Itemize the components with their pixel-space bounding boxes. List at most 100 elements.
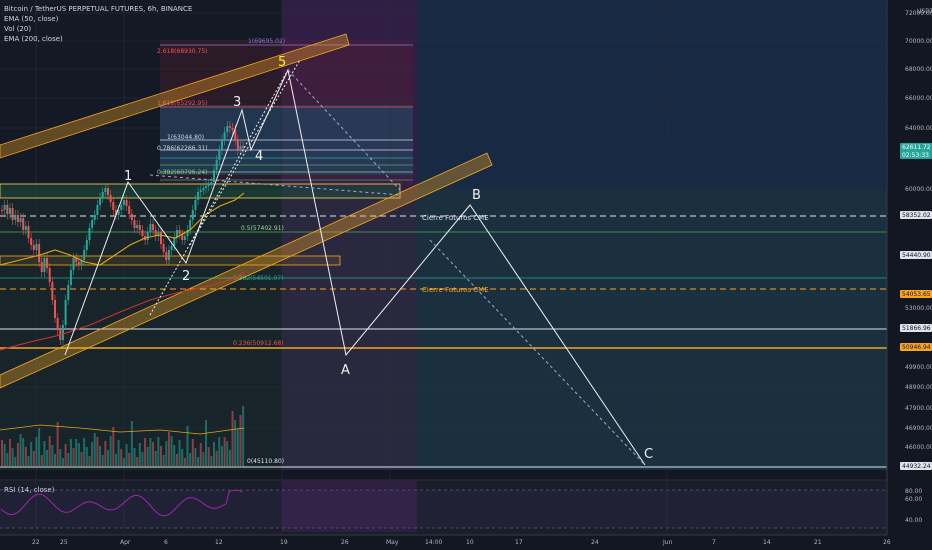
volume-bar — [40, 455, 43, 466]
candle-body — [146, 232, 149, 240]
candle-body — [54, 300, 56, 318]
candle-body — [128, 206, 131, 214]
candle-body — [107, 188, 109, 195]
candle-body — [183, 236, 186, 240]
candle-body — [239, 146, 242, 150]
volume-bar — [30, 442, 33, 466]
candle-body — [109, 195, 112, 202]
wave-1-label: 1 — [124, 169, 132, 184]
volume-bar — [43, 441, 46, 466]
volume-bar — [80, 452, 83, 466]
candle-body — [236, 140, 239, 150]
countdown-tag: 02:53:33 — [902, 152, 929, 159]
volume-bar — [22, 438, 25, 466]
candle-body — [16, 215, 19, 222]
candle-body — [48, 268, 51, 282]
ema200-legend[interactable]: EMA (200, close) — [4, 34, 192, 44]
candle-body — [43, 258, 46, 272]
volume-bar — [183, 458, 186, 466]
candle-body — [122, 200, 125, 205]
volume-bar — [77, 443, 80, 466]
candle-body — [27, 226, 30, 238]
wave-a-label: A — [341, 363, 350, 378]
candle-body — [197, 192, 200, 200]
candle-body — [207, 184, 210, 186]
volume-bar — [64, 444, 67, 466]
volume-bar — [207, 447, 210, 466]
price-tick: 70000.00 — [905, 38, 932, 45]
price-tick: 68000.00 — [905, 66, 932, 73]
volume-bar — [14, 457, 17, 466]
candle-body — [112, 202, 115, 210]
candle-body — [154, 230, 157, 236]
volume-bar — [144, 438, 147, 466]
ema50-legend[interactable]: EMA (50, close) — [4, 14, 192, 24]
volume-bar — [51, 445, 54, 466]
volume-bar — [149, 438, 152, 466]
candle-body — [178, 230, 181, 234]
time-axis: 22 25 Apr 6 12 19 26 May 14:00 10 17 24 Jun 7 14 21 26 — [0, 534, 932, 550]
volume-bar — [120, 449, 123, 466]
volume-bar — [6, 453, 9, 466]
rsi-legend[interactable]: RSI (14, close) — [4, 486, 54, 494]
volume-bar — [61, 458, 64, 466]
wave-b-label: B — [472, 188, 481, 203]
candle-body — [231, 128, 234, 130]
volume-legend[interactable]: Vol (20) — [4, 24, 192, 34]
fib-label: 0.382(60796.24) — [157, 169, 208, 176]
price-tick: 47900.00 — [905, 405, 932, 412]
volume-bar — [160, 446, 162, 466]
time-tick: 6 — [164, 539, 168, 546]
candle-body — [69, 270, 72, 285]
volume-bar — [117, 440, 120, 466]
candle-body — [138, 225, 141, 230]
wave-5-label: 5 — [278, 55, 286, 70]
candle-body — [133, 220, 136, 228]
candle-body — [226, 126, 229, 132]
volume-bar — [170, 436, 173, 466]
volume-bar — [24, 447, 27, 466]
symbol-title[interactable]: Bitcoin / TetherUS PERPETUAL FUTURES, 6h… — [4, 4, 192, 14]
candle-body — [130, 214, 133, 220]
price-tag: 54440.90 — [902, 252, 931, 259]
price-chart[interactable]: 1(69695.02) 2.618(68930.75) 1.618(65292.… — [0, 0, 932, 550]
candle-body — [30, 238, 33, 245]
volume-bar — [59, 449, 62, 466]
volume-bar — [223, 437, 226, 466]
price-tick: 49900.00 — [905, 364, 932, 371]
volume-bar — [186, 426, 189, 466]
candle-body — [83, 250, 86, 260]
candle-body — [152, 224, 155, 230]
candle-body — [93, 215, 96, 220]
time-tick: 21 — [814, 539, 822, 546]
candle-body — [199, 190, 202, 192]
fib-label: 0(45110.80) — [247, 458, 284, 465]
candle-body — [56, 318, 59, 330]
candle-body — [19, 218, 22, 222]
candle-body — [191, 210, 194, 220]
candle-body — [194, 200, 197, 210]
time-tick: Apr — [120, 539, 131, 546]
currency-label: USDT — [917, 8, 932, 15]
time-tick: 10 — [466, 539, 474, 546]
fib-label: 1(63044.80) — [167, 134, 204, 141]
candle-body — [46, 258, 49, 268]
candle-body — [136, 225, 139, 228]
cme-label-lower: Cierre Futuros CME — [422, 286, 489, 294]
volume-bar — [228, 450, 231, 466]
volume-bar — [191, 439, 194, 466]
wave-2-label: 2 — [182, 269, 190, 284]
candle-body — [32, 245, 35, 250]
volume-bar — [99, 446, 102, 466]
candle-body — [38, 244, 41, 262]
candle-body — [88, 228, 91, 240]
volume-bar — [54, 454, 56, 466]
volume-bar — [199, 443, 202, 466]
time-tick: Jun — [662, 539, 673, 546]
volume-bar — [173, 445, 176, 466]
volume-bar — [220, 446, 223, 466]
volume-bar — [3, 444, 6, 466]
candle-body — [141, 230, 144, 236]
volume-bar — [69, 439, 72, 466]
volume-bar — [165, 441, 168, 466]
